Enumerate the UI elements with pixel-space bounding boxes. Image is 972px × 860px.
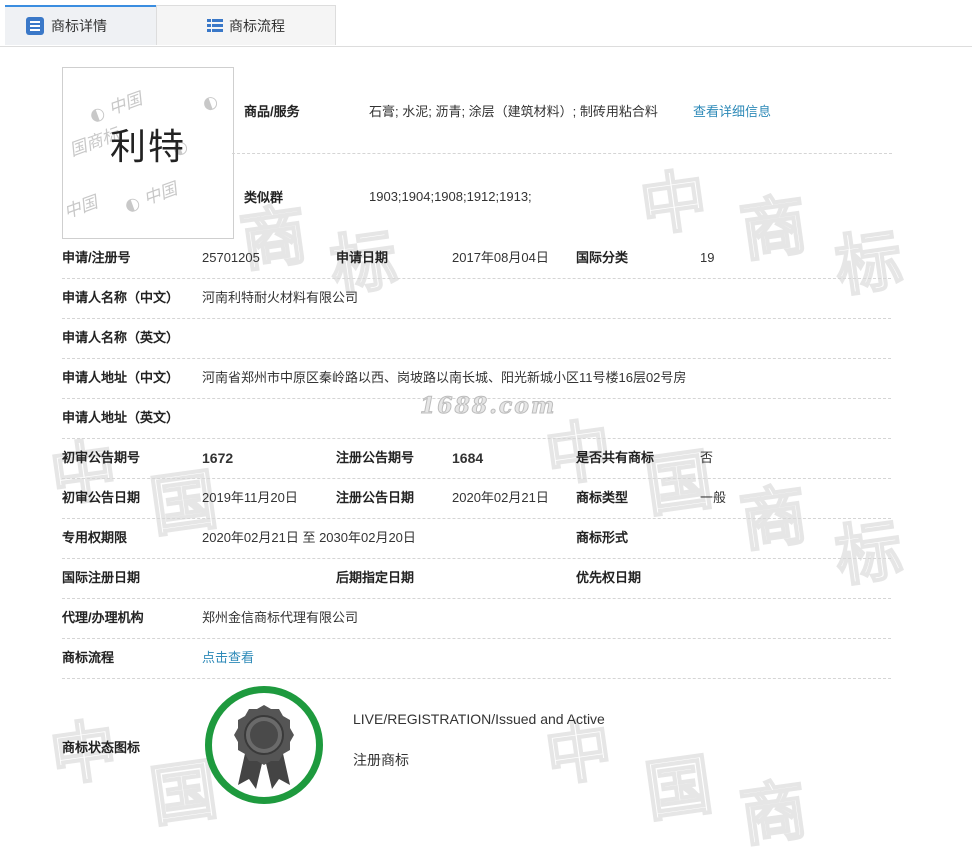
tab-label: 商标详情 [51,18,107,34]
term-value: 2020年02月21日 至 2030年02月20日 [202,530,416,545]
intl-class-value: 19 [700,250,715,265]
trademark-name: 利特 [109,127,186,168]
tab-trademark-detail[interactable]: 商标详情 [5,5,156,45]
status-english: LIVE/REGISTRATION/Issued and Active [353,711,605,727]
logo-watermark: ◐ 中国 [122,179,180,217]
detail-row: 申请人名称（英文） [62,318,891,359]
reg-pub-date-label: 注册公告日期 [336,490,415,505]
status-label: 商标状态图标 [62,740,141,755]
app-date-label: 申请日期 [336,250,389,265]
logo-watermark: 中国 [62,192,101,224]
applicant-cn-value: 河南利特耐火材料有限公司 [202,290,359,305]
reg-no-value: 25701205 [202,250,260,265]
tab-trademark-flow[interactable]: 商标流程 [156,5,336,45]
detail-row: 申请/注册号 25701205 申请日期 2017年08月04日 国际分类 19 [62,238,891,279]
site-watermark: 1688.com [419,393,557,420]
prelim-date-label: 初审公告日期 [62,490,141,505]
goods-services-label: 商品/服务 [244,103,300,119]
type-label: 商标类型 [576,490,629,505]
reg-pub-no-label: 注册公告期号 [336,450,415,465]
detail-row: 代理/办理机构 郑州金信商标代理有限公司 [62,598,891,639]
goods-services-row: 商品/服务 石膏; 水泥; 沥青; 涂层（建筑材料）; 制砖用粘合料 查看详细信… [232,67,892,154]
reg-pub-no-value: 1684 [452,450,484,466]
intl-reg-date-label: 国际注册日期 [62,570,141,585]
intl-class-label: 国际分类 [576,250,629,265]
agent-label: 代理/办理机构 [62,610,144,625]
priority-date-label: 优先权日期 [576,570,642,585]
view-details-link[interactable]: 查看详细信息 [693,101,771,120]
form-label: 商标形式 [576,530,629,545]
watermark-glyph: 国 [640,745,718,832]
tab-bar: 商标详情 商标流程 [0,0,972,47]
detail-row: 申请人名称（中文） 河南利特耐火材料有限公司 [62,278,891,319]
status-chinese: 注册商标 [353,752,409,768]
term-label: 专用权期限 [62,530,128,545]
detail-row: 专用权期限 2020年02月21日 至 2030年02月20日 商标形式 [62,518,891,559]
address-cn-label: 申请人地址（中文） [62,370,180,385]
tab-label: 商标流程 [229,17,285,34]
logo-watermark: ◐ [200,91,221,115]
detail-row: 国际注册日期 后期指定日期 优先权日期 [62,558,891,599]
detail-row: 初审公告日期 2019年11月20日 注册公告日期 2020年02月21日 商标… [62,478,891,519]
watermark-glyph: 商 [735,770,813,857]
detail-row: 初审公告期号 1672 注册公告期号 1684 是否共有商标 否 [62,438,891,479]
applicant-en-label: 申请人名称（英文） [62,330,180,345]
reg-no-label: 申请/注册号 [62,250,131,265]
prelim-no-label: 初审公告期号 [62,450,141,465]
shared-value: 否 [700,450,714,465]
detail-row: 商标流程 点击查看 [62,638,891,679]
later-designation-label: 后期指定日期 [336,570,415,585]
flow-label: 商标流程 [62,650,115,665]
grid-icon [207,18,223,34]
app-date-value: 2017年08月04日 [452,250,549,265]
similar-group-row: 类似群 1903;1904;1908;1912;1913; [232,153,892,239]
goods-services-value: 石膏; 水泥; 沥青; 涂层（建筑材料）; 制砖用粘合料 [369,103,658,119]
trademark-image: ◐ 中国 国商标 ◐ ◐ 中国 中国 ◐ 利特 [62,67,234,239]
type-value: 一般 [700,490,727,505]
detail-row: 申请人地址（英文） 1688.com [62,393,891,439]
award-ribbon-icon [205,686,323,804]
shared-label: 是否共有商标 [576,450,655,465]
list-icon [25,16,45,36]
agent-value: 郑州金信商标代理有限公司 [202,610,359,625]
address-en-label: 申请人地址（英文） [62,410,180,425]
prelim-no-value: 1672 [202,450,234,466]
similar-group-label: 类似群 [244,189,284,205]
prelim-date-value: 2019年11月20日 [202,490,298,505]
reg-pub-date-value: 2020年02月21日 [452,490,549,505]
similar-group-value: 1903;1904;1908;1912;1913; [369,188,532,204]
view-flow-link[interactable]: 点击查看 [202,638,254,678]
applicant-cn-label: 申请人名称（中文） [62,290,180,305]
